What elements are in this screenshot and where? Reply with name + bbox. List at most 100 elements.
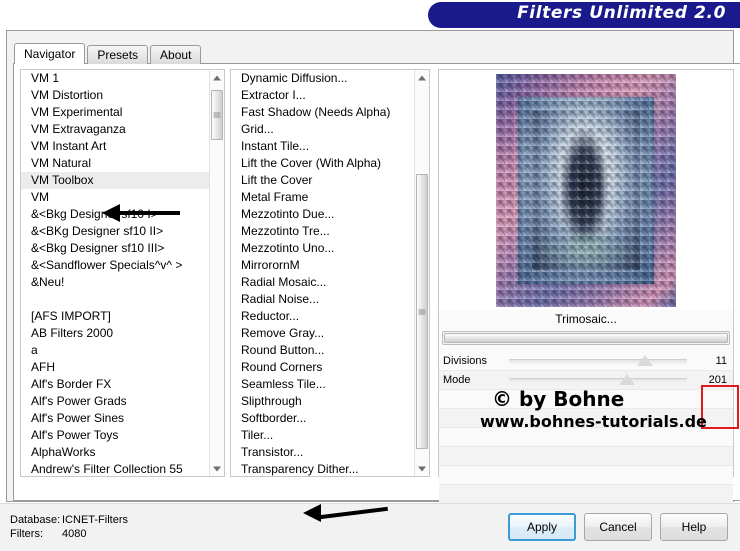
app-title: Filters Unlimited 2.0	[517, 3, 726, 23]
scroll-up-button-filters[interactable]	[415, 70, 429, 85]
filter-item[interactable]: Mezzotinto Uno...	[231, 240, 414, 257]
tab-strip: Navigator Presets About	[14, 43, 203, 64]
filter-item[interactable]: Mezzotinto Due...	[231, 206, 414, 223]
tab-navigator[interactable]: Navigator	[14, 43, 85, 64]
title-bar: Filters Unlimited 2.0	[0, 0, 740, 30]
category-scroll-thumb[interactable]	[211, 90, 223, 140]
status-database-value: ICNET-Filters	[62, 514, 128, 526]
category-item[interactable]: VM Experimental	[21, 104, 209, 121]
filter-item[interactable]: Slipthrough	[231, 393, 414, 410]
triangle-mosaic-overlay-icon	[496, 74, 676, 307]
filter-item[interactable]: Transparency Dither...	[231, 461, 414, 476]
parameter-slider[interactable]	[509, 359, 687, 364]
category-item[interactable]: Alf's Power Grads	[21, 393, 209, 410]
filter-item[interactable]: Transistor...	[231, 444, 414, 461]
filter-item[interactable]: Radial Mosaic...	[231, 274, 414, 291]
category-item[interactable]: VM 1	[21, 70, 209, 87]
category-item[interactable]: VM Distortion	[21, 87, 209, 104]
grip-icon	[419, 309, 426, 314]
parameter-slider-knob[interactable]	[637, 355, 653, 366]
filter-item[interactable]: Mezzotinto Tre...	[231, 223, 414, 240]
tab-presets[interactable]: Presets	[87, 45, 148, 64]
filter-listbox[interactable]: Dynamic Diffusion...Extractor I...Fast S…	[230, 69, 430, 477]
filter-item[interactable]: Radial Noise...	[231, 291, 414, 308]
parameter-slider[interactable]	[509, 378, 687, 383]
category-item[interactable]: &<Sandflower Specials^v^ >	[21, 257, 209, 274]
filter-list-items: Dynamic Diffusion...Extractor I...Fast S…	[231, 70, 414, 476]
preview-caption: Trimosaic...	[439, 312, 733, 326]
parameter-row-empty	[439, 466, 733, 485]
category-item[interactable]: VM Toolbox	[21, 172, 209, 189]
tab-about[interactable]: About	[150, 45, 201, 64]
annotation-arrow-trimosaic	[303, 504, 388, 522]
category-item[interactable]: Alf's Power Sines	[21, 410, 209, 427]
scroll-up-button-categories[interactable]	[210, 70, 224, 85]
category-item[interactable]: Alf's Power Toys	[21, 427, 209, 444]
filter-item[interactable]: Metal Frame	[231, 189, 414, 206]
category-item[interactable]: &<Bkg Designer sf10 III>	[21, 240, 209, 257]
category-item[interactable]: [AFS IMPORT]	[21, 308, 209, 325]
category-scrollbar[interactable]	[209, 70, 224, 476]
parameter-row[interactable]: Divisions 11	[439, 352, 733, 371]
grip-icon	[214, 113, 221, 118]
parameter-row-empty	[439, 447, 733, 466]
category-item[interactable]: Andrew's Filter Collection 55	[21, 461, 209, 476]
preview-horizontal-scrollbar[interactable]	[442, 331, 730, 345]
parameter-row-empty	[439, 485, 733, 504]
filter-item[interactable]: Softborder...	[231, 410, 414, 427]
filter-item[interactable]: Lift the Cover	[231, 172, 414, 189]
preview-hscroll-thumb[interactable]	[444, 333, 728, 343]
category-item[interactable]: AFH	[21, 359, 209, 376]
filter-item[interactable]: Grid...	[231, 121, 414, 138]
category-item[interactable]: Alf's Border FX	[21, 376, 209, 393]
filter-item[interactable]: Tiler...	[231, 427, 414, 444]
filter-scrollbar[interactable]	[414, 70, 429, 476]
category-item[interactable]: VM Extravaganza	[21, 121, 209, 138]
scroll-down-button-filters[interactable]	[415, 461, 429, 476]
parameter-label: Divisions	[443, 352, 487, 370]
watermark-url: www.bohnes-tutorials.de	[480, 412, 707, 431]
filter-item[interactable]: Fast Shadow (Needs Alpha)	[231, 104, 414, 121]
scroll-down-button-categories[interactable]	[210, 461, 224, 476]
category-item[interactable]: VM Instant Art	[21, 138, 209, 155]
status-filters-value: 4080	[62, 528, 86, 540]
filter-item[interactable]: Extractor I...	[231, 87, 414, 104]
category-item[interactable]: a	[21, 342, 209, 359]
chevron-up-icon	[418, 75, 426, 80]
chevron-down-icon	[418, 466, 426, 471]
filter-item[interactable]: MirrorornM	[231, 257, 414, 274]
category-item[interactable]: AB Filters 2000	[21, 325, 209, 342]
help-button[interactable]: Help	[660, 513, 728, 541]
category-list-items: VM 1VM DistortionVM ExperimentalVM Extra…	[21, 70, 209, 476]
chevron-down-icon	[213, 466, 221, 471]
cancel-button[interactable]: Cancel	[584, 513, 652, 541]
category-item[interactable]: &Neu!	[21, 274, 209, 291]
category-item[interactable]: AlphaWorks	[21, 444, 209, 461]
category-listbox[interactable]: VM 1VM DistortionVM ExperimentalVM Extra…	[20, 69, 225, 477]
filter-item[interactable]: Round Corners	[231, 359, 414, 376]
filter-item[interactable]: Remove Gray...	[231, 325, 414, 342]
filter-item[interactable]: Dynamic Diffusion...	[231, 70, 414, 87]
parameter-slider-knob[interactable]	[619, 374, 635, 385]
category-item[interactable]: VM Natural	[21, 155, 209, 172]
navigator-panel: VM 1VM DistortionVM ExperimentalVM Extra…	[13, 63, 740, 501]
status-filters-label: Filters:	[10, 528, 43, 540]
filter-scroll-thumb[interactable]	[416, 174, 428, 449]
annotation-arrow-vm-toolbox	[102, 204, 180, 222]
filter-item[interactable]: Lift the Cover (With Alpha)	[231, 155, 414, 172]
chevron-up-icon	[213, 75, 221, 80]
parameter-label: Mode	[443, 371, 471, 389]
main-window-frame: Navigator Presets About VM 1VM Distortio…	[6, 30, 734, 502]
status-database-label: Database:	[10, 514, 60, 526]
apply-button[interactable]: Apply	[508, 513, 576, 541]
watermark-copyright: © by Bohne	[492, 387, 624, 411]
category-item[interactable]: &<BKg Designer sf10 II>	[21, 223, 209, 240]
filter-item[interactable]: Round Button...	[231, 342, 414, 359]
filter-item[interactable]: Seamless Tile...	[231, 376, 414, 393]
category-item[interactable]	[21, 291, 209, 308]
filter-item[interactable]: Reductor...	[231, 308, 414, 325]
parameter-value[interactable]: 11	[691, 352, 727, 370]
preview-image-container[interactable]	[439, 70, 733, 310]
filter-item[interactable]: Instant Tile...	[231, 138, 414, 155]
preview-image	[496, 74, 676, 307]
